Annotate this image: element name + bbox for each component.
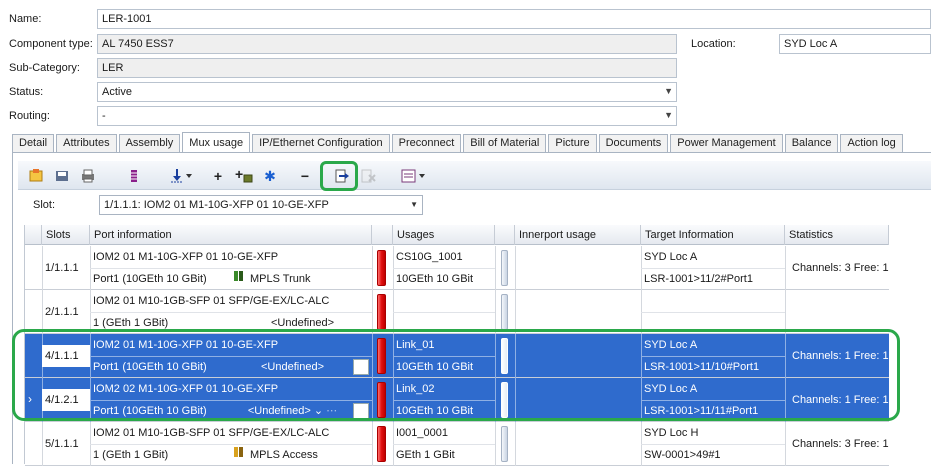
svg-text:+: +	[235, 168, 243, 182]
routing-select[interactable]: - ▼	[97, 106, 677, 126]
service-label: MPLS Trunk	[250, 273, 311, 285]
columns-icon[interactable]	[124, 166, 144, 186]
slot-cell: 1/1.1.1	[45, 262, 79, 274]
add-item-icon[interactable]: +	[234, 166, 256, 186]
slot-cell: 5/1.1.1	[45, 438, 79, 450]
slot-cell: 2/1.1.1	[45, 306, 79, 318]
header-inner-bar	[495, 225, 515, 245]
row-indicator-header	[25, 225, 42, 245]
mpls-access-icon	[234, 444, 244, 466]
tab-preconnect[interactable]: Preconnect	[391, 134, 462, 153]
port-cell: 1 (GEth 1 GBit)	[93, 449, 169, 461]
slot-label: Slot:	[33, 199, 56, 211]
header-statistics[interactable]: Statistics	[785, 225, 889, 245]
add-icon[interactable]: +	[209, 166, 227, 186]
status-label: Status:	[9, 86, 44, 98]
chevron-down-icon[interactable]: ▼	[410, 198, 418, 212]
usage-detail-cell: GEth 1 GBit	[396, 449, 455, 461]
usage-cell: CS10G_1001	[396, 251, 463, 263]
grid-header: Slots Port information Usages Innerport …	[25, 225, 889, 245]
tab-bill-of-material[interactable]: Bill of Material	[463, 134, 547, 153]
tab-action-log[interactable]: Action log	[840, 134, 903, 153]
subcategory-field: LER	[97, 58, 677, 78]
target-location-cell: SYD Loc A	[644, 251, 698, 263]
location-field[interactable]: SYD Loc A	[779, 34, 931, 54]
statistics-cell: Channels: 3 Free: 1	[792, 438, 889, 450]
tab-bar: Detail Attributes Assembly Mux usage IP/…	[12, 132, 905, 153]
slot-value: 1/1.1.1: IOM2 01 M1-10G-XFP 01 10-GE-XFP	[104, 199, 329, 211]
tab-balance[interactable]: Balance	[784, 134, 839, 153]
target-port-cell: LSR-1001>11/2#Port1	[644, 273, 753, 285]
star-icon[interactable]: ✱	[261, 166, 279, 186]
remove-icon[interactable]: −	[296, 166, 314, 186]
delete-icon[interactable]	[358, 166, 378, 186]
header-usages[interactable]: Usages	[393, 225, 495, 245]
port-cell: Port1 (10GEth 10 GBit)	[93, 273, 207, 285]
usage-cell	[393, 290, 495, 312]
status-select[interactable]: Active ▼	[97, 82, 677, 102]
table-row[interactable]: 1/1.1.1 IOM2 01 M1-10G-XFP 01 10-GE-XFP …	[25, 246, 889, 290]
target-location-cell: SYD Loc H	[644, 427, 699, 439]
header-target-information[interactable]: Target Information	[641, 225, 785, 245]
slot-select[interactable]: 1/1.1.1: IOM2 01 M1-10G-XFP 01 10-GE-XFP…	[99, 195, 423, 215]
target-port-cell: SW-0001>49#1	[644, 449, 721, 461]
service-cell: MPLS Trunk	[231, 268, 371, 290]
statistics-cell: Channels: 3 Free: 1	[792, 262, 889, 274]
component-type-field: AL 7450 ESS7	[97, 34, 677, 54]
print-icon[interactable]	[78, 166, 98, 186]
innerport-bar	[501, 294, 508, 330]
usage-detail-cell: 10GEth 10 GBit	[396, 273, 474, 285]
usage-bar	[377, 250, 386, 286]
selection-highlight	[12, 329, 900, 421]
header-usage-bar	[372, 225, 393, 245]
tab-ip-ethernet-configuration[interactable]: IP/Ethernet Configuration	[252, 134, 390, 153]
status-value: Active	[102, 86, 132, 98]
header-port-information[interactable]: Port information	[90, 225, 372, 245]
innerport-bar	[501, 426, 508, 462]
tab-attributes[interactable]: Attributes	[56, 134, 117, 153]
table-row[interactable]: 2/1.1.1 IOM2 01 M10-1GB-SFP 01 SFP/GE-EX…	[25, 290, 889, 334]
card-cell: IOM2 01 M10-1GB-SFP 01 SFP/GE-EX/LC-ALC	[93, 427, 330, 439]
mpls-trunk-icon	[234, 268, 244, 290]
export-icon[interactable]	[400, 166, 428, 186]
card-cell: IOM2 01 M10-1GB-SFP 01 SFP/GE-EX/LC-ALC	[93, 295, 330, 307]
service-label: MPLS Access	[250, 449, 318, 461]
tab-detail[interactable]: Detail	[12, 134, 55, 153]
tab-power-management[interactable]: Power Management	[670, 134, 783, 153]
toolbar-highlight	[320, 161, 358, 191]
innerport-bar	[501, 250, 508, 286]
chevron-down-icon[interactable]: ▼	[664, 84, 673, 98]
tab-mux-usage[interactable]: Mux usage	[182, 132, 251, 153]
header-innerport-usage[interactable]: Innerport usage	[515, 225, 641, 245]
toolbar: + + ✱ −	[18, 161, 931, 190]
component-type-label: Component type:	[9, 38, 93, 50]
tab-documents[interactable]: Documents	[598, 134, 669, 153]
usage-bar	[377, 294, 386, 330]
tab-assembly[interactable]: Assembly	[118, 134, 181, 153]
usage-bar	[377, 426, 386, 462]
save-icon[interactable]	[52, 166, 72, 186]
routing-value: -	[102, 110, 106, 122]
usage-cell: I001_0001	[396, 427, 448, 439]
sort-icon[interactable]	[168, 166, 194, 186]
name-label: Name:	[9, 13, 42, 25]
location-label: Location:	[691, 38, 736, 50]
tab-picture[interactable]: Picture	[548, 134, 597, 153]
card-cell: IOM2 01 M1-10G-XFP 01 10-GE-XFP	[93, 251, 279, 263]
service-cell: MPLS Access	[231, 444, 371, 466]
table-row[interactable]: 5/1.1.1 IOM2 01 M10-1GB-SFP 01 SFP/GE-EX…	[25, 422, 889, 466]
subcategory-label: Sub-Category:	[9, 62, 80, 74]
chevron-down-icon[interactable]: ▼	[664, 108, 673, 122]
name-field[interactable]: LER-1001	[97, 9, 931, 29]
header-slots[interactable]: Slots	[42, 225, 90, 245]
routing-label: Routing:	[9, 110, 50, 122]
new-icon[interactable]	[26, 166, 46, 186]
